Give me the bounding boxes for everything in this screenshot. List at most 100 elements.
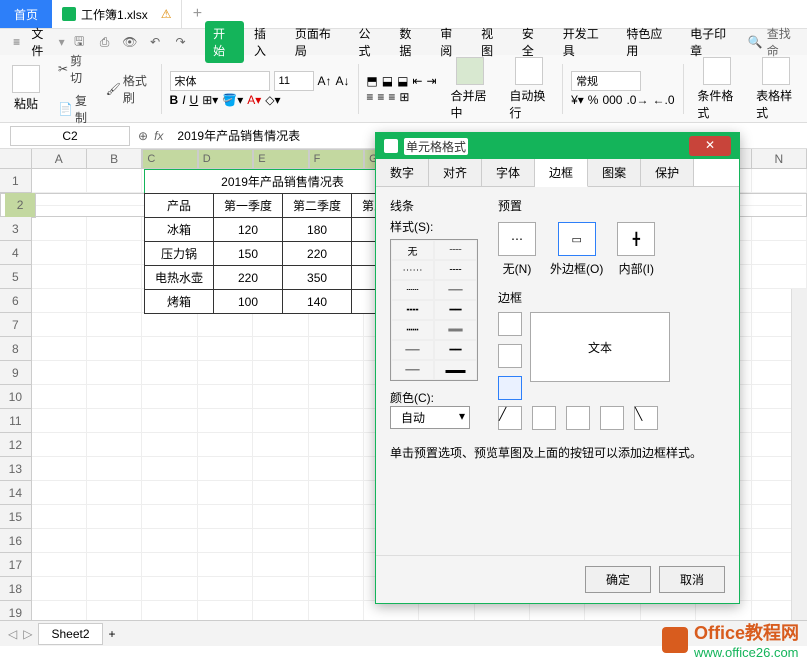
cell[interactable]	[142, 505, 197, 529]
cell[interactable]	[32, 265, 87, 289]
border-diag2-button[interactable]: ╲	[634, 406, 658, 430]
cell[interactable]	[309, 505, 364, 529]
cell[interactable]	[32, 553, 87, 577]
cell[interactable]	[198, 553, 253, 577]
cell[interactable]	[198, 337, 253, 361]
home-tab[interactable]: 首页	[0, 0, 52, 28]
table-style-button[interactable]: 表格样式	[750, 55, 801, 123]
row-header[interactable]: 5	[0, 265, 32, 289]
cell[interactable]	[253, 577, 308, 601]
cell[interactable]	[253, 505, 308, 529]
cell[interactable]	[32, 385, 87, 409]
print-icon[interactable]: ⎙	[94, 32, 115, 52]
col-header[interactable]: C	[142, 149, 197, 169]
cancel-button[interactable]: 取消	[659, 566, 725, 593]
cell[interactable]	[142, 337, 197, 361]
cell[interactable]	[32, 481, 87, 505]
dec-dec-icon[interactable]: ←.0	[652, 93, 674, 107]
cell[interactable]	[309, 553, 364, 577]
cell[interactable]	[32, 337, 87, 361]
increase-font-icon[interactable]: A↑	[318, 74, 332, 88]
line-opt[interactable]: ▬▬	[434, 360, 477, 380]
cell[interactable]	[198, 361, 253, 385]
sheet-nav-next[interactable]: ▷	[23, 627, 32, 641]
cell[interactable]	[87, 385, 142, 409]
row-header[interactable]: 15	[0, 505, 32, 529]
cell[interactable]	[32, 169, 87, 193]
tab-formula[interactable]: 公式	[351, 21, 390, 63]
line-opt[interactable]: ──	[391, 360, 434, 380]
number-format-select[interactable]: 常规	[571, 71, 641, 91]
align-center-icon[interactable]: ≡	[377, 90, 384, 104]
cell[interactable]	[309, 409, 364, 433]
border-top-button[interactable]	[498, 312, 522, 336]
tab-data[interactable]: 数据	[391, 21, 430, 63]
cell[interactable]	[198, 577, 253, 601]
col-header[interactable]: N	[752, 149, 807, 168]
cond-format-button[interactable]: 条件格式	[691, 55, 742, 123]
row-header[interactable]: 7	[0, 313, 32, 337]
row-header[interactable]: 4	[0, 241, 32, 265]
tab-layout[interactable]: 页面布局	[287, 21, 349, 63]
fontsize-select[interactable]: 11	[274, 71, 314, 91]
cell[interactable]	[32, 457, 87, 481]
cell[interactable]	[87, 553, 142, 577]
row-header[interactable]: 17	[0, 553, 32, 577]
cell[interactable]	[87, 337, 142, 361]
align-right-icon[interactable]: ≡	[388, 90, 395, 104]
bold-button[interactable]: B	[170, 93, 179, 107]
border-right-button[interactable]	[600, 406, 624, 430]
font-select[interactable]: 宋体	[170, 71, 270, 91]
tab-align[interactable]: 对齐	[429, 159, 482, 186]
cut-button[interactable]: ✂ 剪切	[54, 50, 94, 88]
copy-button[interactable]: 📄 复制	[54, 90, 94, 128]
color-select[interactable]: 自动	[390, 406, 470, 429]
cell[interactable]	[87, 481, 142, 505]
cell[interactable]	[32, 505, 87, 529]
cell[interactable]	[142, 433, 197, 457]
align-mid-icon[interactable]: ⬓	[382, 74, 393, 88]
close-button[interactable]: ✕	[689, 136, 731, 156]
tab-number[interactable]: 数字	[376, 159, 429, 186]
line-opt[interactable]: ┅┅	[391, 320, 434, 340]
preview-icon[interactable]: 👁	[119, 32, 140, 52]
wrap-button[interactable]: 自动换行	[503, 55, 554, 123]
col-header[interactable]: F	[309, 149, 364, 169]
col-header[interactable]: D	[198, 149, 253, 169]
cell[interactable]	[142, 481, 197, 505]
col-header[interactable]	[0, 149, 32, 168]
row-header[interactable]: 14	[0, 481, 32, 505]
col-header[interactable]: E	[253, 149, 308, 169]
cell[interactable]	[198, 529, 253, 553]
row-header[interactable]: 3	[0, 217, 32, 241]
align-left-icon[interactable]: ≡	[366, 90, 373, 104]
cell[interactable]	[309, 529, 364, 553]
sheet-nav-prev[interactable]: ◁	[8, 627, 17, 641]
cell[interactable]	[87, 289, 142, 313]
comma-icon[interactable]: 000	[602, 93, 622, 107]
cell[interactable]	[32, 529, 87, 553]
cell[interactable]	[752, 265, 807, 289]
cell[interactable]	[32, 409, 87, 433]
cell[interactable]	[32, 433, 87, 457]
cell[interactable]	[87, 313, 142, 337]
percent-icon[interactable]: %	[588, 93, 599, 107]
cell[interactable]	[87, 457, 142, 481]
cell[interactable]	[309, 361, 364, 385]
cell[interactable]	[32, 313, 87, 337]
cell[interactable]	[87, 265, 142, 289]
cell[interactable]	[87, 529, 142, 553]
paste-button[interactable]: 粘贴	[6, 63, 46, 114]
tab-insert[interactable]: 插入	[246, 21, 285, 63]
line-style-picker[interactable]: 无 ┈┈ ⋯⋯ ╌╌ ┄┄ ── ╍╍ ━━ ┅┅ ══ ── ━━ ── ▬▬	[390, 239, 478, 381]
cell[interactable]	[309, 481, 364, 505]
file-tab[interactable]: 工作簿1.xlsx ⚠	[52, 0, 182, 28]
undo-icon[interactable]: ↶	[145, 32, 166, 52]
cell[interactable]	[253, 553, 308, 577]
cell[interactable]	[87, 409, 142, 433]
cell[interactable]	[752, 169, 807, 193]
indent-inc-icon[interactable]: ⇥	[426, 74, 436, 88]
cell[interactable]	[142, 529, 197, 553]
cell[interactable]	[253, 313, 308, 337]
border-diag1-button[interactable]: ╱	[498, 406, 522, 430]
